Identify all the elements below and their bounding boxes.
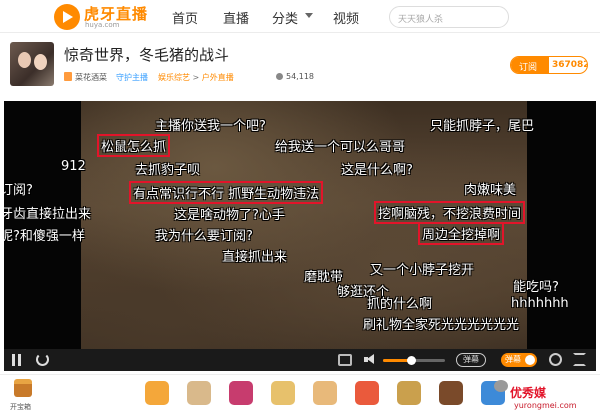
volume-slider[interactable]: [383, 356, 445, 365]
volume-knob[interactable]: [406, 356, 416, 365]
refresh-icon[interactable]: [36, 353, 49, 366]
danmaku-item-highlighted: 周边全挖掉啊: [418, 222, 505, 245]
danmaku-item: 去抓豹子呗: [135, 163, 201, 178]
danmaku-item: 抓的什么啊: [367, 297, 433, 312]
top-nav: 虎牙直播 huya.com 首页 直播 分类 视频 天天狼人杀: [0, 0, 600, 33]
settings-icon[interactable]: [549, 353, 562, 366]
danmaku-item: 肉嫩味美: [464, 183, 517, 198]
room-title: 惊奇世界，冬毛猪的战斗: [64, 46, 230, 64]
breadcrumb-category[interactable]: 娱乐综艺: [158, 73, 190, 82]
brand-domain: huya.com: [85, 21, 120, 29]
chest-label[interactable]: 开宝箱: [10, 402, 31, 412]
danmaku-item: 能吃吗?: [513, 280, 559, 295]
danmaku-item-highlighted: 有点常识行不行 抓野生动物违法: [129, 181, 324, 204]
danmaku-toggle[interactable]: 弹幕: [501, 353, 537, 367]
subscribe-count: 367082: [552, 60, 588, 70]
danmaku-item: 只能抓脖子，尾巴: [430, 119, 535, 134]
volume-icon[interactable]: [364, 353, 377, 366]
danmaku-item: 刷礼物全家死光光光光光光: [363, 318, 520, 333]
gift-icon[interactable]: [145, 381, 169, 405]
pause-icon[interactable]: [12, 354, 21, 366]
search-input[interactable]: 天天狼人杀: [389, 6, 509, 28]
nav-live[interactable]: 直播: [223, 8, 249, 27]
danmaku-item: hhhhhhh: [511, 296, 569, 311]
avatar-face-left: [18, 52, 31, 68]
danmaku-item: 直接抓出来: [222, 250, 288, 265]
danmaku-item: 主播你送我一个吧?: [155, 119, 266, 134]
gift-icon[interactable]: [355, 381, 379, 405]
gift-icon[interactable]: [397, 381, 421, 405]
fullscreen-icon[interactable]: [573, 353, 586, 366]
breadcrumb: 娱乐综艺 > 户外直播: [158, 72, 234, 83]
huya-logo-icon[interactable]: [54, 4, 80, 30]
danmaku-item-highlighted: 松鼠怎么抓: [97, 134, 171, 157]
gift-icon[interactable]: [187, 381, 211, 405]
viewer-count: 54,118: [286, 72, 314, 81]
danmaku-item: 这是啥动物了?心手: [174, 208, 285, 223]
gift-icon[interactable]: [271, 381, 295, 405]
watermark: 优秀媒: [510, 386, 547, 400]
danmaku-item: 我为什么要订阅?: [155, 229, 253, 244]
viewer-icon: [276, 73, 283, 80]
danmaku-input-button[interactable]: 弹幕: [456, 353, 486, 367]
danmaku-item-highlighted: 挖啊脑残，不挖浪费时间: [374, 201, 526, 224]
chevron-down-icon[interactable]: [305, 13, 313, 18]
danmaku-item: 912: [61, 159, 86, 174]
gift-icon[interactable]: [229, 381, 253, 405]
avatar-face-right: [34, 54, 47, 70]
danmaku-item: 给我送一个可以么哥哥: [275, 140, 406, 155]
treasure-chest-icon[interactable]: [14, 379, 32, 397]
danmaku-item: 又一个小脖子挖开: [370, 263, 475, 278]
watermark-url: yurongmei.com: [514, 401, 577, 410]
screenshot-icon[interactable]: [338, 354, 352, 366]
nav-category[interactable]: 分类: [272, 8, 298, 27]
nav-home[interactable]: 首页: [172, 8, 198, 27]
wechat-icon: [494, 380, 508, 392]
danmaku-item: 这是什么啊?: [341, 163, 413, 178]
danmaku-item: 呢?和傻强一样: [4, 229, 85, 244]
avatar[interactable]: [10, 42, 54, 86]
gift-icon[interactable]: [313, 381, 337, 405]
video-player[interactable]: 主播你送我一个吧? 只能抓脖子，尾巴 松鼠怎么抓 给我送一个可以么哥哥 912 …: [4, 101, 596, 367]
breadcrumb-separator: >: [192, 73, 200, 82]
danmaku-item: 订阅?: [4, 183, 33, 198]
danmaku-item: 牙齿直接拉出来: [4, 207, 92, 222]
player-controls: 弹幕 弹幕: [4, 349, 596, 371]
host-name[interactable]: 菜花酒菜: [75, 72, 107, 83]
host-icon: [64, 72, 72, 81]
subscribe-label: 订阅: [511, 57, 549, 73]
guard-badge[interactable]: 守护主播: [116, 72, 148, 83]
subscribe-button[interactable]: 订阅 367082: [510, 56, 588, 74]
gift-icon[interactable]: [439, 381, 463, 405]
breadcrumb-subcategory[interactable]: 户外直播: [202, 73, 234, 82]
nav-video[interactable]: 视频: [333, 8, 359, 27]
